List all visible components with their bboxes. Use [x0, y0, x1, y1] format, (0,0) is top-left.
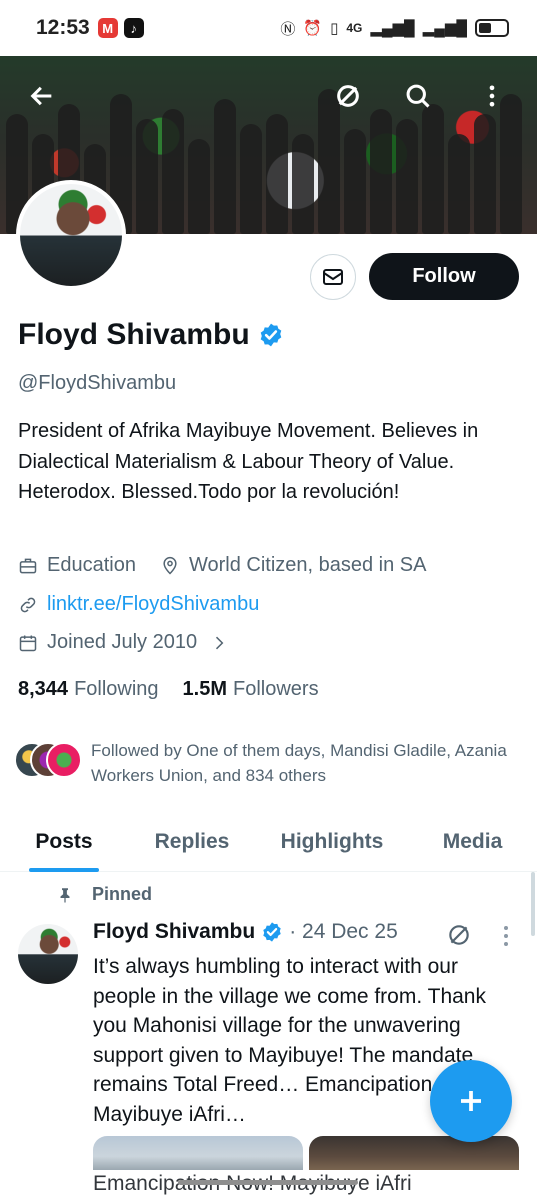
tab-highlights[interactable]: Highlights: [256, 812, 408, 872]
tweet-media-image[interactable]: [93, 1136, 303, 1170]
status-bar: 12:53 M ♪ Ⓝ ⏰ ▯ 4G ▂▄▆█ ▂▄▆█: [0, 0, 537, 56]
status-time: 12:53: [36, 16, 90, 39]
follow-button[interactable]: Follow: [369, 253, 519, 300]
plus-icon: [461, 1091, 481, 1111]
profile-tabs: Posts Replies Highlights Media: [0, 812, 537, 872]
display-name: Floyd Shivambu: [18, 318, 250, 351]
tweet-grok-button[interactable]: [446, 922, 472, 948]
followed-by-text[interactable]: Followed by One of them days, Mandisi Gl…: [91, 738, 531, 788]
pin-icon: [60, 887, 70, 902]
message-button[interactable]: [310, 254, 356, 300]
profile-avatar[interactable]: [16, 180, 126, 290]
followers-count-link[interactable]: 1.5M Followers: [183, 678, 319, 701]
pinned-label: Pinned: [92, 884, 153, 904]
tweet-header: Floyd Shivambu · 24 Dec 25: [93, 920, 398, 944]
profile-bio: President of Afrika Mayibuye Movement. B…: [18, 420, 479, 503]
following-label: Following: [74, 678, 159, 700]
tweet-more-icon[interactable]: [498, 924, 514, 948]
tab-replies[interactable]: Replies: [128, 812, 256, 872]
chevron-right-icon: [216, 636, 224, 649]
signal-icon-2: ▂▄▆█: [422, 20, 467, 37]
grok-icon: [337, 85, 359, 107]
profile-handle: @FloydShivambu: [18, 372, 177, 394]
followed-by-avatars[interactable]: [14, 742, 84, 780]
tab-posts[interactable]: Posts: [0, 812, 128, 872]
tweet-media[interactable]: [93, 1136, 519, 1170]
followers-label: Followers: [233, 678, 319, 700]
following-count-link[interactable]: 8,344 Following: [18, 678, 159, 701]
compose-post-button[interactable]: [430, 1060, 512, 1142]
location-pin-icon: [163, 556, 177, 575]
tweet-media-image[interactable]: [309, 1136, 519, 1170]
signal-icon: ▂▄▆█: [370, 20, 415, 37]
following-count: 8,344: [18, 678, 69, 700]
network-label: 4G: [346, 21, 363, 35]
alarm-icon: ⏰: [303, 20, 323, 37]
more-options-button[interactable]: [470, 74, 514, 118]
notes-app-icon: M: [97, 18, 118, 38]
grok-button[interactable]: [326, 74, 370, 118]
status-right: Ⓝ ⏰ ▯ 4G ▂▄▆█ ▂▄▆█: [280, 18, 509, 39]
link-icon: [20, 597, 36, 612]
tab-media[interactable]: Media: [408, 812, 537, 872]
search-icon: [406, 84, 430, 108]
profile-link[interactable]: linktr.ee/FloydShivambu: [47, 593, 259, 616]
profile-category: Education: [47, 554, 136, 576]
display-name-row: Floyd Shivambu: [18, 318, 284, 352]
briefcase-icon: [19, 558, 37, 573]
tiktok-icon: ♪: [123, 18, 144, 38]
tab-label: Replies: [154, 830, 230, 853]
tab-label: Highlights: [280, 830, 384, 853]
profile-meta-row-3[interactable]: Joined July 2010: [18, 631, 229, 654]
scrollbar[interactable]: [531, 872, 535, 936]
tab-label: Posts: [35, 830, 93, 853]
more-vertical-icon: [489, 85, 495, 107]
verified-badge-icon[interactable]: [258, 322, 284, 348]
tweet-author-avatar[interactable]: [18, 924, 78, 984]
battery-icon: [475, 19, 509, 37]
home-indicator[interactable]: [178, 1180, 358, 1185]
profile-joined: Joined July 2010: [47, 631, 198, 653]
search-button[interactable]: [396, 74, 440, 118]
tab-label: Media: [442, 830, 503, 853]
follow-counts: 8,344 Following 1.5M Followers: [18, 678, 319, 701]
profile-meta-row-2: linktr.ee/FloydShivambu: [18, 593, 259, 616]
tweet-author-name[interactable]: Floyd Shivambu: [93, 920, 255, 944]
profile-meta-row-1: Education World Citizen, based in SA: [18, 554, 427, 577]
back-button[interactable]: [20, 74, 64, 118]
envelope-icon: [323, 269, 343, 285]
vibrate-icon: ▯: [330, 20, 339, 37]
back-arrow-icon: [30, 86, 52, 106]
followers-count: 1.5M: [182, 678, 228, 700]
tweet-date[interactable]: · 24 Dec 25: [289, 920, 398, 944]
pinned-indicator: Pinned: [56, 884, 152, 905]
profile-location: World Citizen, based in SA: [188, 554, 427, 576]
follower-avatar: [46, 742, 82, 778]
calendar-icon: [19, 635, 37, 651]
active-tab-indicator: [29, 868, 99, 872]
verified-badge-icon: [263, 922, 281, 942]
grok-icon: [449, 925, 469, 945]
nfc-icon: Ⓝ: [280, 20, 296, 38]
status-app-icons: M ♪: [97, 18, 144, 38]
